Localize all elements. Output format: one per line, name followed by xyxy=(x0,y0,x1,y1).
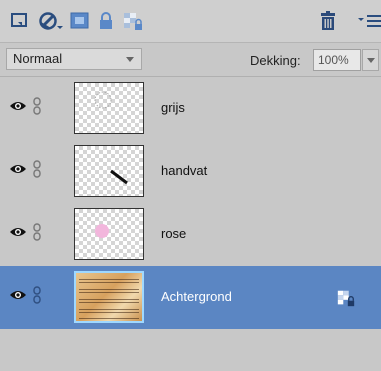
chevron-down-icon xyxy=(126,57,134,62)
layer-row-handvat[interactable]: handvat xyxy=(0,140,381,203)
layer-row-rose[interactable]: rose xyxy=(0,203,381,266)
layer-name: handvat xyxy=(161,163,208,178)
link-icon[interactable] xyxy=(32,159,42,179)
opacity-value: 100% xyxy=(318,53,349,67)
layer-options-row: Normaal Dekking: 100% xyxy=(0,43,381,77)
layer-thumbnail xyxy=(74,208,144,260)
eye-icon[interactable] xyxy=(10,289,26,301)
blend-mode-select[interactable]: Normaal xyxy=(6,48,142,70)
trash-icon[interactable] xyxy=(317,10,339,32)
eye-icon[interactable] xyxy=(10,100,26,112)
layer-thumbnail xyxy=(74,145,144,197)
link-icon[interactable] xyxy=(32,96,42,116)
eye-icon[interactable] xyxy=(10,163,26,175)
lock-transparent-icon[interactable] xyxy=(336,288,356,308)
layers-toolbar xyxy=(0,0,381,43)
opacity-label: Dekking: xyxy=(250,53,301,68)
opacity-dropdown-button[interactable] xyxy=(362,49,379,71)
layer-name: rose xyxy=(161,226,187,241)
layer-row-achtergrond[interactable]: Achtergrond xyxy=(0,266,381,329)
chevron-down-icon xyxy=(367,58,375,63)
lock-icon[interactable] xyxy=(95,10,117,32)
opacity-field[interactable]: 100% xyxy=(313,49,361,71)
new-layer-icon[interactable] xyxy=(9,10,31,32)
lock-transparent-icon[interactable] xyxy=(122,10,144,32)
mask-icon[interactable] xyxy=(69,10,91,32)
link-icon[interactable] xyxy=(32,285,42,305)
layer-name: Achtergrond xyxy=(161,289,232,304)
layer-thumbnail xyxy=(74,271,144,323)
layer-name: grijs xyxy=(161,100,185,115)
layer-thumbnail xyxy=(74,82,144,134)
link-icon[interactable] xyxy=(32,222,42,242)
layer-row-grijs[interactable]: grijs xyxy=(0,77,381,140)
panel-menu-icon[interactable] xyxy=(356,10,381,32)
sheet-music-image xyxy=(76,273,142,321)
adjustment-layer-icon[interactable] xyxy=(38,10,63,32)
blend-mode-value: Normaal xyxy=(13,51,63,66)
layers-panel: Normaal Dekking: 100% grijs handvat rose… xyxy=(0,0,381,371)
eye-icon[interactable] xyxy=(10,226,26,238)
